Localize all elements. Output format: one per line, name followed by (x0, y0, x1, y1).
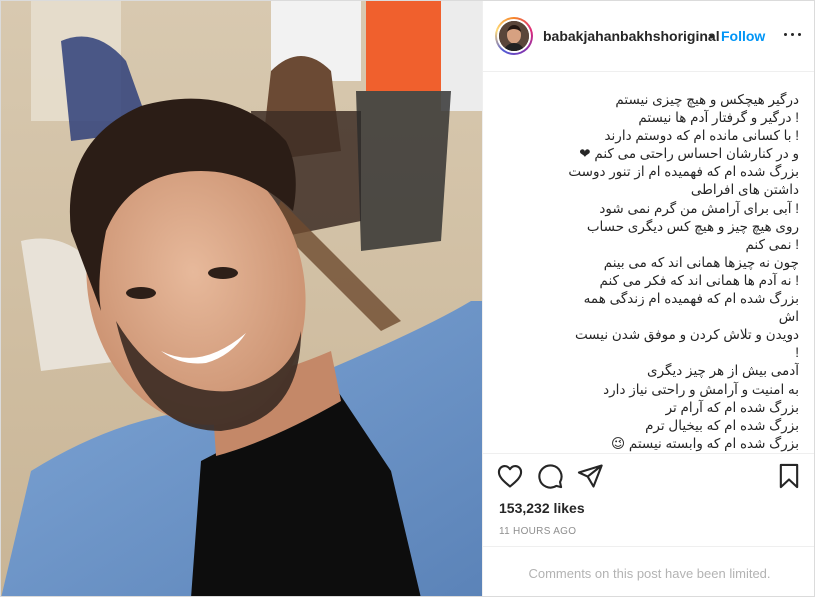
caption-line: بزرگ شده ام که بیخیال ترم (645, 417, 799, 433)
caption-line: ! با کسانی مانده ام که دوستم دارند (604, 128, 799, 144)
selfie-illustration (1, 1, 482, 596)
caption-line: داشتن های افراطی (690, 182, 799, 198)
caption-line: بزرگ شده ام که فهمیده ام زندگی همه (583, 291, 799, 307)
post-sidebar: babakjahanbakhshoriginal • Follow درگیر … (482, 1, 814, 596)
username-link[interactable]: babakjahanbakhshoriginal (543, 28, 720, 44)
follow-button[interactable]: Follow (721, 28, 765, 44)
post-caption: درگیر هیچکس و هیچ چیزی نیستم ! درگیر و گ… (499, 91, 799, 453)
comments-footer: Comments on this post have been limited. (483, 546, 814, 596)
comment-icon[interactable] (536, 462, 564, 490)
caption-line: ! درگیر و گرفتار آدم ها نیستم (638, 110, 799, 126)
bookmark-icon[interactable] (775, 462, 803, 490)
separator-dot: • (709, 28, 714, 44)
post-header: babakjahanbakhshoriginal • Follow (483, 1, 814, 72)
instagram-post: babakjahanbakhshoriginal • Follow درگیر … (0, 0, 815, 597)
caption-line: بزرگ شده ام که آرام تر (665, 399, 799, 415)
avatar[interactable] (495, 17, 533, 55)
action-bar (483, 453, 814, 493)
caption-line: ! نه آدم ها همانی اند که فکر می کنم (599, 272, 800, 288)
likes-count[interactable]: 153,232 likes (499, 500, 585, 516)
caption-line: روی هیچ چیز و هیچ کس دیگری حساب (586, 218, 799, 234)
caption-line: به امنیت و آرامش و راحتی نیاز دارد (603, 381, 799, 397)
post-photo[interactable] (1, 1, 482, 596)
caption-line: چون نه چیزها همانی اند که می بینم (603, 254, 799, 270)
post-timestamp[interactable]: 11 HOURS AGO (499, 526, 576, 537)
caption-line: ! (795, 345, 799, 361)
avatar-photo (499, 21, 529, 51)
caption-line: آدمی بیش از هر چیز دیگری (647, 363, 799, 379)
caption-line: ! آبی برای آرامش من گرم نمی شود (599, 200, 799, 216)
caption-line: ! نمی کنم (745, 236, 799, 252)
caption-line: اش (778, 309, 799, 325)
caption-line: درگیر هیچکس و هیچ چیزی نیستم (615, 92, 799, 107)
comments-limited-notice: Comments on this post have been limited. (528, 566, 771, 581)
caption-line: بزرگ شده ام که وابسته نیستم 😉 (611, 435, 799, 451)
share-icon[interactable] (576, 462, 604, 490)
heart-icon[interactable] (496, 462, 524, 490)
caption-line: دویدن و تلاش کردن و موفق شدن نیست (574, 327, 799, 343)
caption-line: بزرگ شده ام که فهمیده ام از تنور دوست (568, 164, 799, 180)
more-horizontal-icon[interactable] (781, 23, 803, 45)
caption-line: و در کنارشان احساس راحتی می کنم ❤ (579, 146, 799, 162)
